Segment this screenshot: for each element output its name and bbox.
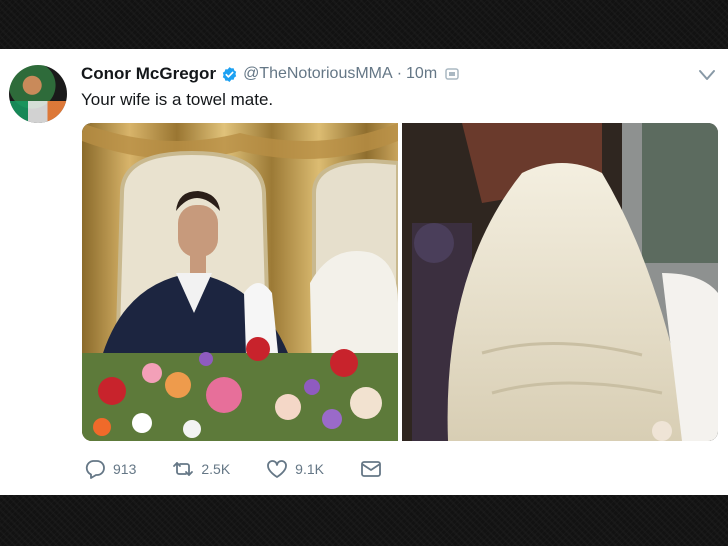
tweet-media[interactable] (82, 123, 718, 441)
protected-lock-icon (445, 68, 459, 80)
avatar-flag (9, 101, 67, 123)
reply-icon (85, 460, 105, 479)
retweet-action[interactable]: 2.5K (172, 459, 230, 479)
verified-badge-icon (222, 66, 237, 82)
chevron-down-icon[interactable] (697, 67, 717, 83)
dm-action[interactable] (360, 459, 382, 479)
left-photo (82, 123, 400, 441)
envelope-icon (361, 461, 381, 477)
tweet-header: Conor McGregor @TheNotoriousMMA · 10m (81, 63, 459, 85)
heart-icon (267, 460, 288, 478)
reply-action[interactable]: 913 (84, 459, 136, 479)
right-photo (402, 123, 718, 441)
tweet-card: Conor McGregor @TheNotoriousMMA · 10m Yo… (0, 49, 728, 495)
reply-count: 913 (113, 461, 137, 477)
tweet-actions: 913 2.5K 9.1K (84, 457, 418, 481)
avatar[interactable] (9, 65, 67, 123)
photo-divider (398, 123, 402, 441)
retweet-count: 2.5K (201, 461, 231, 477)
author-handle[interactable]: @TheNotoriousMMA (243, 65, 393, 83)
like-count: 9.1K (295, 461, 324, 477)
tweet-timestamp[interactable]: 10m (406, 65, 437, 83)
like-action[interactable]: 9.1K (266, 459, 324, 479)
separator-dot: · (396, 65, 403, 82)
retweet-icon (173, 462, 194, 476)
tweet-text: Your wife is a towel mate. (81, 90, 274, 109)
author-name[interactable]: Conor McGregor (81, 64, 216, 84)
